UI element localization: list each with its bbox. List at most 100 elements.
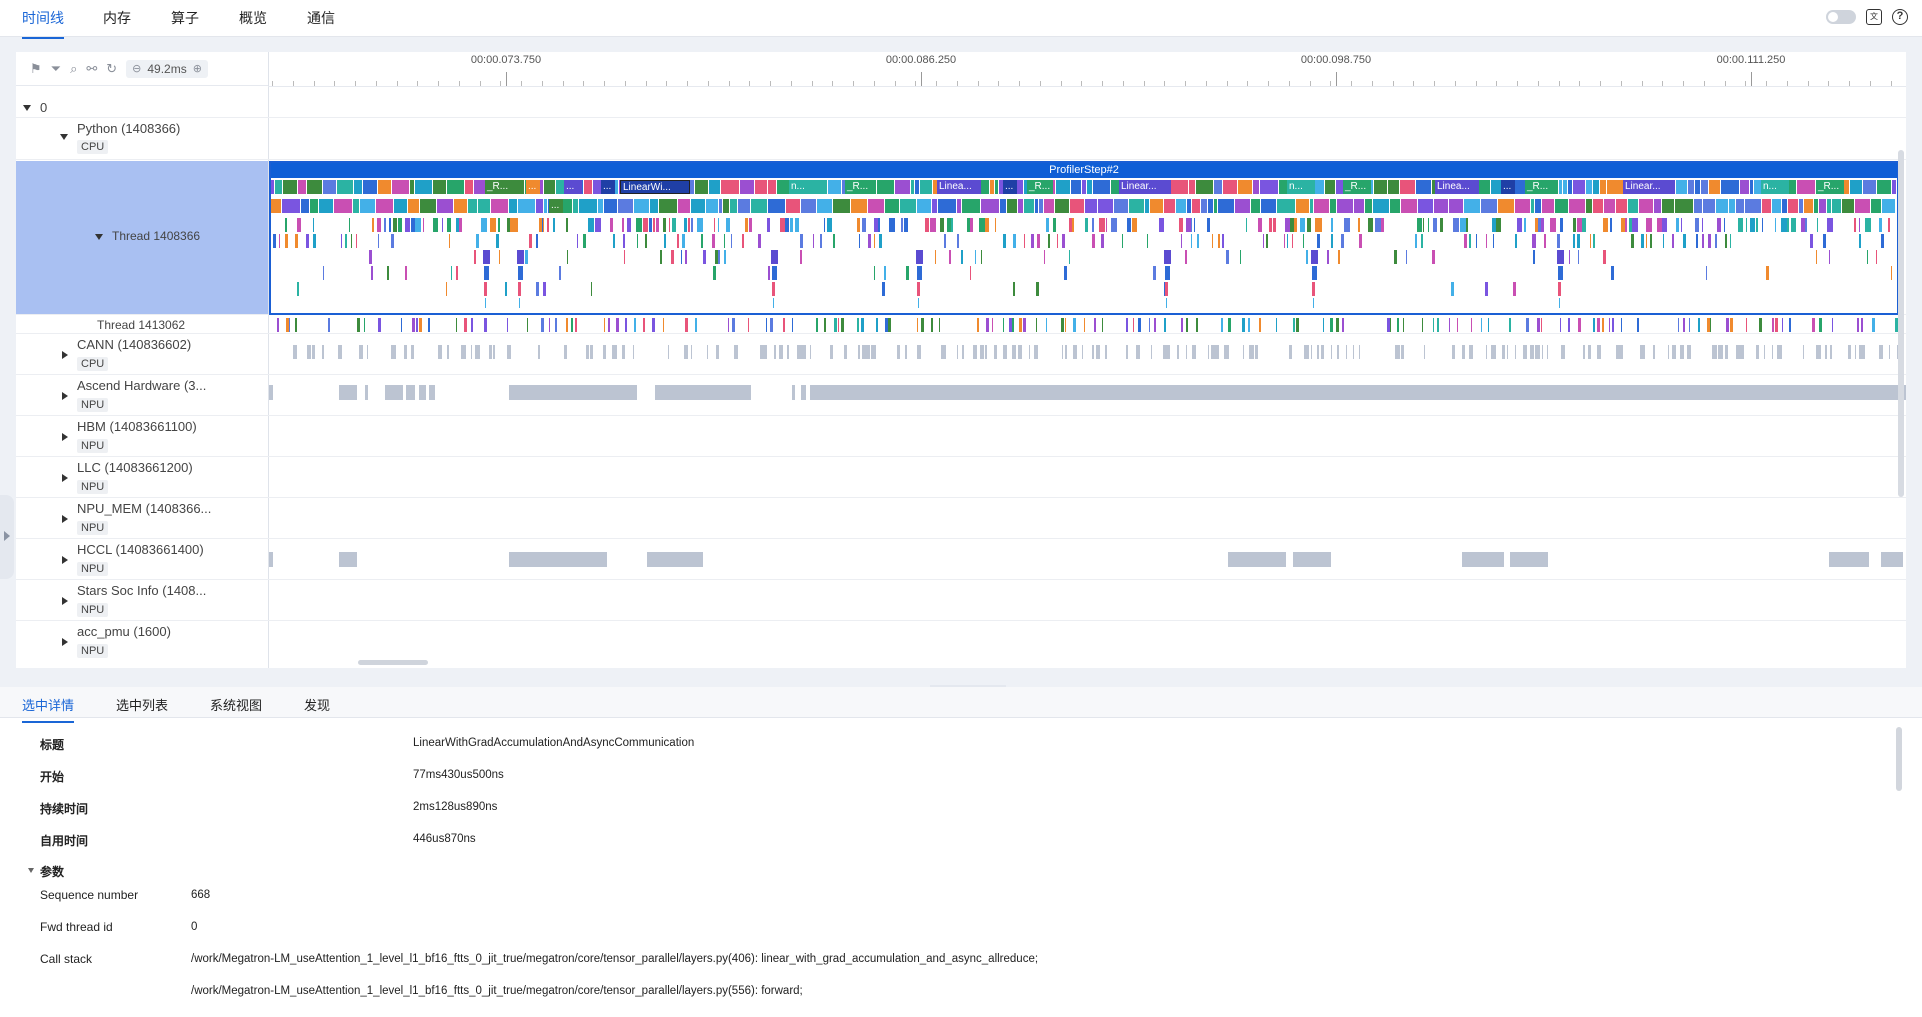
trace-slice[interactable] — [1151, 345, 1152, 359]
trace-slice[interactable] — [1777, 345, 1782, 359]
trace-slice[interactable] — [1150, 199, 1163, 213]
trace-slice[interactable] — [1640, 345, 1645, 359]
trace-slice[interactable] — [1662, 199, 1674, 213]
flame-slice[interactable]: ... — [1003, 180, 1017, 194]
trace-slice[interactable] — [306, 234, 309, 248]
trace-slice[interactable] — [1668, 345, 1669, 359]
trace-slice[interactable] — [820, 234, 822, 248]
trace-slice[interactable] — [985, 345, 987, 359]
trace-slice[interactable] — [1736, 199, 1744, 213]
caret-right-icon[interactable] — [62, 392, 68, 400]
trace-slice[interactable] — [1048, 234, 1050, 248]
trace-slice[interactable] — [1192, 199, 1200, 213]
trace-slice[interactable] — [1084, 318, 1085, 332]
trace-slice[interactable] — [301, 199, 309, 213]
trace-slice[interactable] — [328, 318, 330, 332]
trace-slice[interactable] — [490, 218, 496, 232]
trace-slice[interactable] — [1632, 218, 1638, 232]
trace-slice[interactable] — [1311, 345, 1312, 359]
trace-slice[interactable] — [1646, 218, 1652, 232]
trace-slice[interactable] — [1336, 318, 1339, 332]
trace-slice[interactable] — [323, 180, 336, 194]
trace-slice[interactable] — [1312, 266, 1317, 280]
trace-slice[interactable] — [1331, 345, 1332, 359]
trace-slice[interactable] — [1782, 318, 1783, 332]
trace-slice[interactable] — [1481, 199, 1497, 213]
trace-slice[interactable] — [1296, 318, 1299, 332]
trace-slice[interactable] — [1070, 199, 1084, 213]
trace-slice[interactable] — [1018, 199, 1023, 213]
trace-slice[interactable] — [1327, 250, 1329, 264]
trace-slice[interactable] — [1687, 345, 1691, 359]
trace-slice[interactable] — [538, 345, 540, 359]
trace-slice[interactable] — [1496, 218, 1501, 232]
trace-slice[interactable] — [1036, 282, 1039, 296]
trace-slice[interactable] — [1708, 234, 1711, 248]
trace-slice[interactable] — [1855, 345, 1856, 359]
trace-slice[interactable] — [691, 345, 692, 359]
trace-slice[interactable] — [378, 234, 379, 248]
trace-slice[interactable] — [1739, 345, 1744, 359]
trace-slice[interactable] — [1149, 318, 1150, 332]
trace-slice[interactable] — [489, 345, 492, 359]
trace-slice[interactable] — [1337, 199, 1353, 213]
trace-slice[interactable] — [1263, 234, 1264, 248]
trace-slice[interactable] — [800, 250, 802, 264]
trace-slice[interactable] — [1740, 180, 1749, 194]
trace-slice[interactable] — [1561, 345, 1565, 359]
tab-overview[interactable]: 概览 — [239, 8, 267, 28]
trace-slice[interactable] — [354, 180, 362, 194]
trace-slice[interactable] — [1085, 199, 1097, 213]
trace-slice[interactable] — [277, 318, 279, 332]
trace-slice[interactable] — [1775, 318, 1778, 332]
trace-slice[interactable] — [1672, 234, 1674, 248]
trace-slice[interactable] — [1859, 234, 1861, 248]
trace-slice[interactable] — [1488, 318, 1489, 332]
trace-slice[interactable] — [1879, 345, 1883, 359]
trace-slice[interactable] — [451, 266, 452, 280]
trace-slice[interactable] — [271, 180, 274, 194]
trace-slice[interactable] — [1013, 282, 1015, 296]
trace-slice[interactable] — [307, 345, 311, 359]
trace-slice[interactable] — [1559, 180, 1562, 194]
trace-slice[interactable] — [1177, 345, 1179, 359]
trace-slice[interactable] — [1432, 250, 1435, 264]
trace-slice[interactable] — [748, 318, 749, 332]
trace-slice[interactable] — [695, 180, 708, 194]
trace-slice[interactable] — [1057, 234, 1058, 248]
trace-slice[interactable] — [790, 218, 793, 232]
trace-slice[interactable] — [337, 180, 353, 194]
trace-slice[interactable] — [1106, 218, 1107, 232]
caret-right-icon[interactable] — [62, 597, 68, 605]
trace-slice[interactable] — [1662, 218, 1667, 232]
trace-slice[interactable] — [684, 218, 687, 232]
trace-slice[interactable] — [1358, 218, 1360, 232]
cann-track[interactable] — [269, 335, 1906, 374]
trace-slice[interactable] — [509, 199, 517, 213]
trace-slice[interactable] — [360, 199, 375, 213]
trace-slice[interactable] — [749, 218, 752, 232]
trace-slice[interactable] — [496, 234, 499, 248]
trace-slice[interactable] — [279, 234, 280, 248]
trace-slice[interactable] — [483, 250, 490, 264]
trace-slice[interactable] — [1526, 318, 1529, 332]
flame-slice[interactable]: ... — [526, 180, 540, 194]
trace-slice[interactable] — [1639, 199, 1653, 213]
trace-slice[interactable] — [633, 345, 634, 359]
trace-slice[interactable] — [668, 345, 669, 359]
caret-right-icon[interactable] — [62, 351, 68, 359]
trace-slice[interactable] — [1039, 199, 1043, 213]
trace-slice[interactable] — [1788, 199, 1798, 213]
trace-slice[interactable] — [1224, 345, 1229, 359]
trace-slice[interactable] — [1251, 199, 1260, 213]
trace-slice[interactable] — [616, 318, 619, 332]
trace-slice[interactable] — [1390, 318, 1391, 332]
trace-slice[interactable] — [813, 234, 814, 248]
trace-slice[interactable] — [1706, 266, 1707, 280]
flame-slice[interactable]: _R... — [845, 180, 873, 194]
trace-slice[interactable] — [634, 199, 649, 213]
flame-slice[interactable]: ... — [601, 180, 615, 194]
side-expand-handle[interactable] — [0, 495, 14, 579]
trace-slice[interactable] — [1065, 345, 1067, 359]
trace-slice[interactable] — [1515, 234, 1517, 248]
